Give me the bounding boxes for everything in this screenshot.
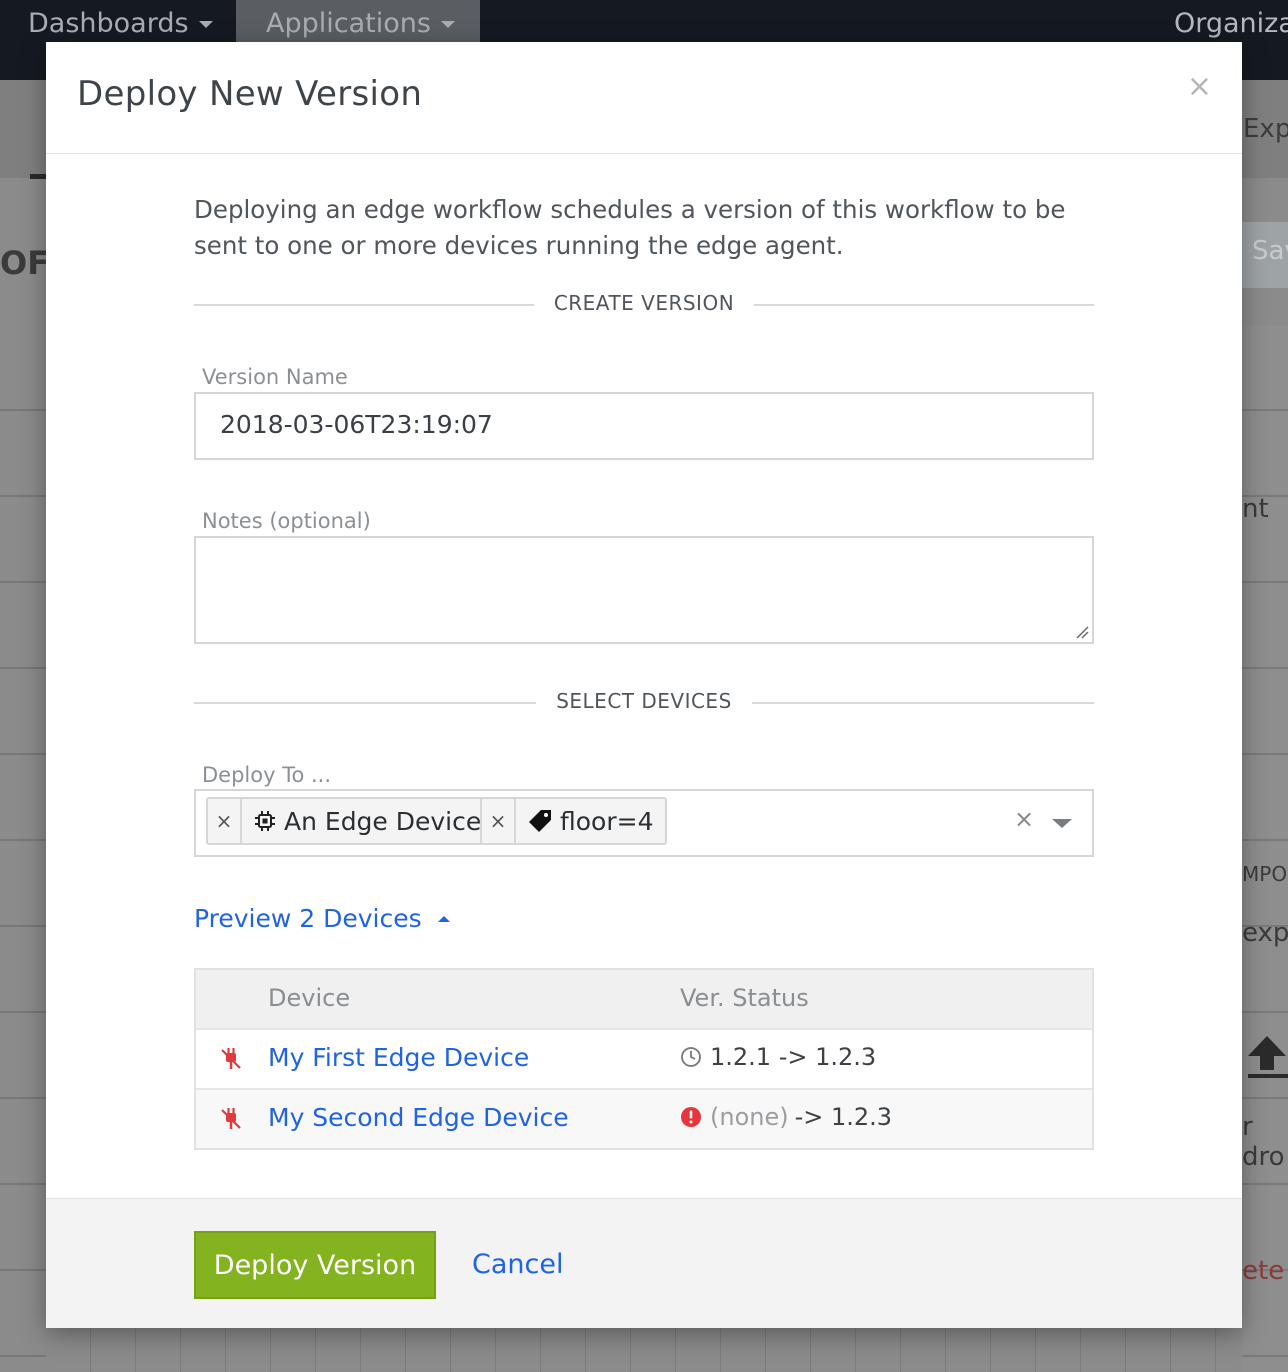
modal-title: Deploy New Version [77,74,423,114]
disconnected-plug-icon [220,1107,242,1135]
bg-fragment-nt: nt [1242,494,1269,524]
version-name-input[interactable]: 2018-03-06T23:19:07 [194,392,1094,460]
preview-devices-toggle[interactable]: Preview 2 Devices [194,904,450,933]
notes-label: Notes (optional) [202,509,371,533]
devices-table: Device Ver. Status My First Edge Device [194,968,1094,1150]
table-row: My Second Edge Device (none) -> 1.2.3 [196,1088,1092,1148]
deploy-version-button[interactable]: Deploy Version [194,1231,436,1299]
chevron-down-icon[interactable] [1052,819,1072,828]
tag-icon [528,809,552,833]
chip-label: An Edge Device [284,806,482,836]
bg-drop-text: r dro [1242,1112,1285,1172]
deploy-version-modal: Deploy New Version × Deploying an edge w… [46,42,1242,1328]
bg-grid-left [0,325,46,1372]
nav-applications-label: Applications [266,8,431,39]
device-column-header: Device [268,984,351,1012]
preview-devices-label: Preview 2 Devices [194,904,422,933]
bg-grid-right [1242,325,1288,1372]
nav-organization[interactable]: Organizat [1174,8,1288,39]
table-header: Device Ver. Status [196,970,1092,1028]
version-status: 1.2.1 -> 1.2.3 [680,1043,876,1071]
nav-organization-label: Organizat [1174,8,1288,39]
status-to: -> 1.2.3 [794,1103,893,1131]
section-heading: SELECT DEVICES [194,689,1094,713]
select-devices-divider: SELECT DEVICES [194,689,1094,713]
create-version-heading: CREATE VERSION [533,291,755,315]
chip-label: floor=4 [560,806,654,836]
chip-body: floor=4 [516,799,665,843]
resize-grip-icon[interactable] [1075,625,1089,639]
deploy-to-select[interactable]: × An Edge Device × floor=4 × [194,789,1094,857]
clock-icon [680,1046,702,1068]
nav-applications[interactable]: Applications [266,8,455,39]
chip-body: An Edge Device [242,799,493,843]
bg-export-text: expo [1242,918,1288,948]
bg-explore-tab: Expl [1243,114,1288,144]
active-tab-underline [30,174,46,179]
chip-icon [254,810,276,832]
bg-grid-bottom [46,1328,1242,1372]
modal-body: Deploying an edge workflow schedules a v… [46,154,1242,1198]
chip-remove-button[interactable]: × [208,799,242,843]
bg-save-button[interactable]: Sav [1242,222,1288,288]
cancel-button[interactable]: Cancel [472,1249,563,1280]
nav-dashboards-label: Dashboards [28,8,189,39]
modal-footer: Deploy Version Cancel [46,1198,1242,1328]
version-name-label: Version Name [202,365,348,389]
close-icon[interactable]: × [1187,72,1212,102]
chevron-down-icon [440,21,455,28]
version-status: (none) -> 1.2.3 [680,1103,892,1131]
device-link[interactable]: My Second Edge Device [268,1103,569,1132]
bg-save-label: Sav [1252,236,1288,266]
status-from: 1.2.1 [710,1043,772,1071]
status-to: -> 1.2.3 [778,1043,877,1071]
alert-icon [680,1106,702,1128]
chevron-down-icon [198,21,213,28]
table-row: My First Edge Device 1.2.1 -> 1.2.3 [196,1028,1092,1088]
disconnected-plug-icon [220,1047,242,1075]
status-from: (none) [710,1103,789,1131]
status-column-header: Ver. Status [680,984,809,1012]
notes-textarea[interactable] [194,536,1094,644]
modal-header: Deploy New Version × [46,42,1242,154]
version-name-value: 2018-03-06T23:19:07 [220,410,493,439]
device-link[interactable]: My First Edge Device [268,1043,529,1072]
chip-tag: × floor=4 [480,797,668,845]
chip-remove-button[interactable]: × [482,799,516,843]
nav-dashboards[interactable]: Dashboards [28,8,213,39]
chip-device: × An Edge Device [206,797,496,845]
clear-selection-icon[interactable]: × [1014,805,1034,833]
bg-delete-text: ete [1242,1256,1285,1286]
upload-icon [1248,1036,1288,1078]
select-devices-heading: SELECT DEVICES [536,689,752,713]
intro-text: Deploying an edge workflow schedules a v… [194,195,1066,260]
create-version-divider: CREATE VERSION [194,291,1094,315]
deploy-to-label: Deploy To ... [202,763,332,787]
section-heading: CREATE VERSION [194,291,1094,315]
bg-import-heading: MPOR [1242,862,1288,886]
chevron-up-icon [437,915,450,922]
